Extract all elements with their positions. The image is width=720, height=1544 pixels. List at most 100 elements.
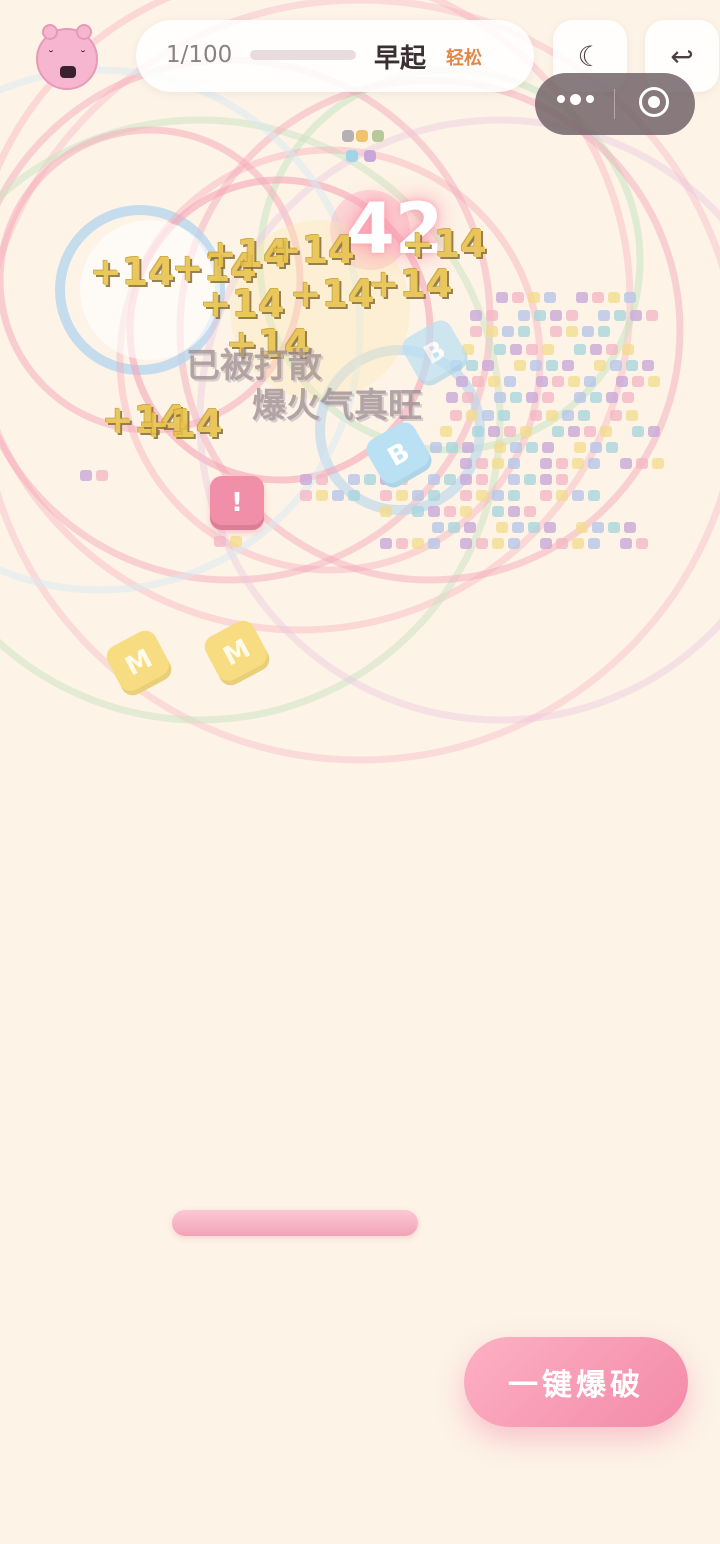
brick [588, 538, 600, 549]
brick [572, 538, 584, 549]
back-arrow-icon: ↩ [670, 39, 694, 73]
brick [476, 474, 488, 485]
avatar-eye: ˘ [80, 49, 86, 63]
brick [574, 344, 586, 355]
brick [574, 442, 586, 453]
brick [470, 326, 482, 337]
brick [600, 426, 612, 437]
brick [556, 490, 568, 501]
close-miniprogram-button[interactable] [639, 87, 669, 117]
brick [470, 310, 482, 321]
brick [508, 458, 520, 469]
brick [544, 292, 556, 303]
brick [508, 490, 520, 501]
brick [488, 426, 500, 437]
brick [430, 442, 442, 453]
brick [530, 360, 542, 371]
brick [610, 410, 622, 421]
brick [504, 426, 516, 437]
moon-icon: ☾ [577, 39, 603, 73]
brick [472, 426, 484, 437]
brick [488, 376, 500, 387]
brick [444, 474, 456, 485]
brick [510, 392, 522, 403]
blast-button-label: 一键爆破 [508, 1368, 644, 1403]
brick [316, 474, 328, 485]
brick [356, 130, 368, 142]
score-popup: +14 [200, 282, 285, 326]
score-popup: +14 [90, 250, 175, 294]
brick [590, 442, 602, 453]
brick [512, 292, 524, 303]
level-name: 早起 [374, 44, 427, 74]
multi-ball-powerup: M [102, 626, 176, 700]
brick [492, 538, 504, 549]
one-click-blast-button[interactable]: 一键爆破 [464, 1337, 688, 1427]
brick [524, 506, 536, 517]
brick [508, 506, 520, 517]
brick [550, 310, 562, 321]
brick [622, 392, 634, 403]
brick [540, 538, 552, 549]
brick [412, 506, 424, 517]
brick [460, 474, 472, 485]
score-popup: +14 [270, 228, 355, 272]
brick [396, 538, 408, 549]
brick [624, 292, 636, 303]
brick [348, 490, 360, 501]
brick [592, 292, 604, 303]
level-progress-text: 1/100 [166, 42, 233, 68]
level-progress-bar [250, 50, 356, 60]
bomb-powerup: B [362, 418, 436, 492]
brick [572, 490, 584, 501]
brick [562, 410, 574, 421]
brick [530, 410, 542, 421]
brick [448, 522, 460, 533]
brick [496, 292, 508, 303]
avatar-ear [42, 24, 58, 40]
brick [598, 326, 610, 337]
brick [552, 426, 564, 437]
brick [608, 292, 620, 303]
brick [556, 474, 568, 485]
brick [300, 474, 312, 485]
brick [626, 410, 638, 421]
brick [526, 442, 538, 453]
brick [492, 506, 504, 517]
brick [446, 392, 458, 403]
player-avatar[interactable]: ˘ ˘ [36, 24, 98, 90]
block-label: ! [231, 488, 243, 518]
brick [482, 360, 494, 371]
difficulty-badge: 轻松 [446, 48, 482, 69]
brick [556, 458, 568, 469]
special-block: ! [210, 476, 264, 530]
brick [608, 522, 620, 533]
more-dots-icon [586, 95, 594, 103]
brick [526, 344, 538, 355]
brick [494, 392, 506, 403]
brick [642, 360, 654, 371]
target-icon [648, 96, 660, 108]
paddle[interactable] [172, 1210, 418, 1236]
brick [364, 474, 376, 485]
brick [588, 458, 600, 469]
more-dots-icon [557, 95, 565, 103]
brick [332, 490, 344, 501]
brick [380, 506, 392, 517]
brick [572, 458, 584, 469]
avatar-ear [76, 24, 92, 40]
score-popup: +14 [402, 222, 487, 266]
brick [528, 292, 540, 303]
brick [476, 538, 488, 549]
block-label: M [120, 643, 158, 683]
more-menu-button[interactable] [557, 93, 594, 105]
brick [80, 470, 92, 481]
brick [510, 344, 522, 355]
brick [552, 376, 564, 387]
brick [574, 392, 586, 403]
brick [568, 376, 580, 387]
brick [462, 442, 474, 453]
brick [544, 522, 556, 533]
brick [346, 150, 358, 162]
brick [428, 506, 440, 517]
